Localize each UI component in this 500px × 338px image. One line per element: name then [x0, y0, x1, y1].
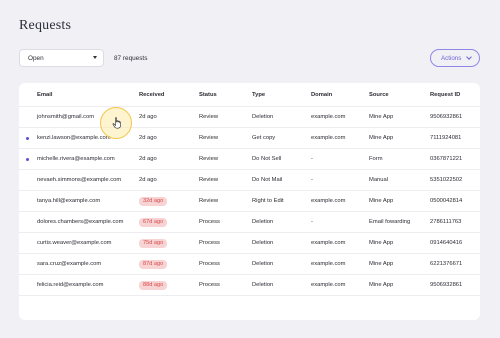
table-row[interactable]: kenzi.lawson@example.com 2d ago Review Get … — [19, 128, 480, 149]
cell-status: Review — [199, 135, 219, 141]
cell-domain: example.com — [311, 198, 346, 204]
cell-email: tanya.hill@example.com — [37, 198, 101, 204]
cell-email: dolores.chambers@example.com — [37, 219, 124, 225]
actions-button[interactable]: Actions — [430, 49, 480, 67]
cell-email: nevaeh.simmons@example.com — [37, 177, 122, 183]
table-row[interactable]: nevaeh.simmons@example.com 2d ago Review Do… — [19, 170, 480, 191]
cell-source: Mine App — [369, 198, 394, 204]
cell-request-id: 0500042814 — [430, 198, 463, 204]
cell-type: Get copy — [252, 135, 276, 141]
overdue-badge: 67d ago — [139, 217, 168, 227]
cell-email: michelle.rivera@example.com — [37, 156, 115, 162]
column-header-request-id[interactable]: Request ID — [430, 83, 460, 106]
cell-source: Mine App — [369, 261, 394, 267]
cell-received: 2d ago — [139, 177, 157, 183]
cell-status: Process — [199, 219, 220, 225]
table-row[interactable]: dolores.chambers@example.com 67d ago Proce… — [19, 212, 480, 233]
cell-domain: - — [311, 177, 313, 183]
cell-received: 75d ago — [139, 233, 168, 253]
cell-received: 32d ago — [139, 191, 168, 211]
cell-source: Mine App — [369, 282, 394, 288]
cell-type: Deletion — [252, 282, 274, 288]
cell-type: Deletion — [252, 261, 274, 267]
request-count: 87 requests — [114, 55, 148, 62]
cell-request-id: 0367871221 — [430, 156, 463, 162]
overdue-badge: 32d ago — [139, 196, 168, 206]
cell-request-id: 9506932861 — [430, 114, 463, 120]
cell-domain: example.com — [311, 114, 346, 120]
cell-domain: example.com — [311, 282, 346, 288]
actions-label: Actions — [441, 54, 462, 62]
cell-received: 88d ago — [139, 275, 168, 295]
cell-type: Do Not Sell — [252, 156, 282, 162]
caret-down-icon — [93, 56, 97, 59]
cell-email: curtis.weaver@example.com — [37, 240, 112, 246]
cell-email: sara.cruz@example.com — [37, 261, 102, 267]
table-row[interactable]: tanya.hill@example.com 32d ago Review Right… — [19, 191, 480, 212]
cell-source: Email fowarding — [369, 219, 411, 225]
status-filter-value: Open — [28, 54, 44, 62]
chevron-down-icon — [466, 54, 472, 60]
cell-received: 87d ago — [139, 254, 168, 274]
cell-type: Deletion — [252, 114, 274, 120]
cell-email: johnsmith@gmail.com — [37, 114, 95, 120]
cell-status: Process — [199, 261, 220, 267]
cell-source: Mine App — [369, 114, 394, 120]
hand-pointer-icon — [112, 117, 121, 129]
overdue-badge: 75d ago — [139, 238, 168, 248]
column-header-domain[interactable]: Domain — [311, 83, 332, 106]
overdue-badge: 88d ago — [139, 280, 168, 290]
cell-domain: example.com — [311, 240, 346, 246]
cell-status: Review — [199, 198, 219, 204]
cell-type: Right to Edit — [252, 198, 284, 204]
cell-type: Do Not Mail — [252, 177, 283, 183]
cell-source: Mine App — [369, 240, 394, 246]
unread-dot — [26, 137, 29, 140]
cell-request-id: 2786111763 — [430, 219, 462, 225]
cell-source: Form — [369, 156, 383, 162]
cell-request-id: 5351022502 — [430, 177, 463, 183]
cell-email: felicia.reid@example.com — [37, 282, 104, 288]
cell-request-id: 9506932861 — [430, 282, 463, 288]
cell-status: Review — [199, 156, 219, 162]
cell-status: Review — [199, 114, 219, 120]
table-row[interactable]: felicia.reid@example.com 88d ago Process De… — [19, 275, 480, 296]
column-header-email[interactable]: Email — [37, 83, 52, 106]
overdue-badge: 87d ago — [139, 259, 168, 269]
table-row[interactable]: sara.cruz@example.com 87d ago Process Delet… — [19, 254, 480, 275]
cell-request-id: 7111924081 — [430, 135, 462, 141]
cell-received: 2d ago — [139, 114, 157, 120]
cell-received: 2d ago — [139, 135, 157, 141]
cell-received: 2d ago — [139, 156, 157, 162]
column-header-source[interactable]: Source — [369, 83, 389, 106]
cell-status: Process — [199, 282, 220, 288]
unread-dot — [26, 158, 29, 161]
cell-type: Deletion — [252, 240, 274, 246]
cell-status: Review — [199, 177, 219, 183]
cell-domain: - — [311, 219, 313, 225]
cell-email: kenzi.lawson@example.com — [37, 135, 111, 141]
column-header-status[interactable]: Status — [199, 83, 217, 106]
cell-received: 67d ago — [139, 212, 168, 232]
table-row[interactable]: johnsmith@gmail.com 2d ago Review Deletion e… — [19, 107, 480, 128]
column-header-received[interactable]: Received — [139, 83, 164, 106]
column-header-type[interactable]: Type — [252, 83, 265, 106]
cell-source: Manual — [369, 177, 389, 183]
cell-status: Process — [199, 240, 220, 246]
cell-domain: example.com — [311, 261, 346, 267]
requests-table: Email Received Status Type Domain Source… — [19, 83, 480, 320]
page-title: Requests — [19, 18, 72, 33]
cell-type: Deletion — [252, 219, 274, 225]
cell-domain: example.com — [311, 135, 346, 141]
table-row[interactable]: curtis.weaver@example.com 75d ago Process D… — [19, 233, 480, 254]
table-row[interactable]: michelle.rivera@example.com 2d ago Review D… — [19, 149, 480, 170]
cell-domain: - — [311, 156, 313, 162]
table-header: Email Received Status Type Domain Source… — [19, 83, 480, 107]
cell-request-id: 0914640416 — [430, 240, 463, 246]
cell-request-id: 6221376671 — [430, 261, 463, 267]
status-filter-select[interactable]: Open — [19, 49, 104, 67]
cell-source: Mine App — [369, 135, 394, 141]
